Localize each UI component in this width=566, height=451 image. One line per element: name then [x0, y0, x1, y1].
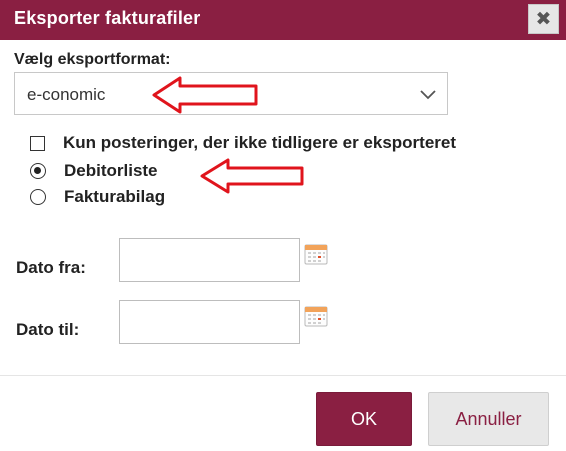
chevron-down-icon [420, 90, 436, 100]
only-new-postings-checkbox[interactable] [30, 135, 45, 151]
export-format-select[interactable]: e-conomic [14, 72, 448, 115]
export-format-value: e-conomic [27, 85, 106, 104]
dialog-titlebar: Eksporter fakturafiler ✖ [0, 0, 566, 40]
fakturabilag-label: Fakturabilag [64, 187, 166, 206]
footer-divider [0, 375, 566, 376]
dialog-title: Eksporter fakturafiler [14, 8, 201, 28]
only-new-postings-label: Kun posteringer, der ikke tidligere er e… [63, 133, 457, 152]
date-to-input[interactable] [119, 300, 300, 344]
calendar-icon[interactable] [304, 243, 328, 265]
export-invoice-dialog: Eksporter fakturafiler ✖ Vælg eksportfor… [0, 0, 566, 451]
calendar-icon[interactable] [304, 305, 328, 327]
red-arrow-annotation [200, 158, 304, 194]
date-to-label: Dato til: [16, 320, 80, 339]
debitorliste-label: Debitorliste [64, 161, 158, 180]
radio-option-debitorliste[interactable]: Debitorliste [30, 160, 158, 182]
radio-option-fakturabilag[interactable]: Fakturabilag [30, 186, 165, 208]
close-icon: ✖ [535, 8, 552, 30]
export-format-label: Vælg eksportformat: [14, 51, 171, 68]
ok-button[interactable]: OK [316, 392, 412, 446]
date-from-input[interactable] [119, 238, 300, 282]
fakturabilag-radio[interactable] [30, 189, 46, 205]
debitorliste-radio[interactable] [30, 163, 46, 179]
close-button[interactable]: ✖ [528, 4, 559, 34]
cancel-button[interactable]: Annuller [428, 392, 549, 446]
date-from-label: Dato fra: [16, 258, 86, 277]
only-new-postings-option[interactable]: Kun posteringer, der ikke tidligere er e… [30, 132, 456, 154]
